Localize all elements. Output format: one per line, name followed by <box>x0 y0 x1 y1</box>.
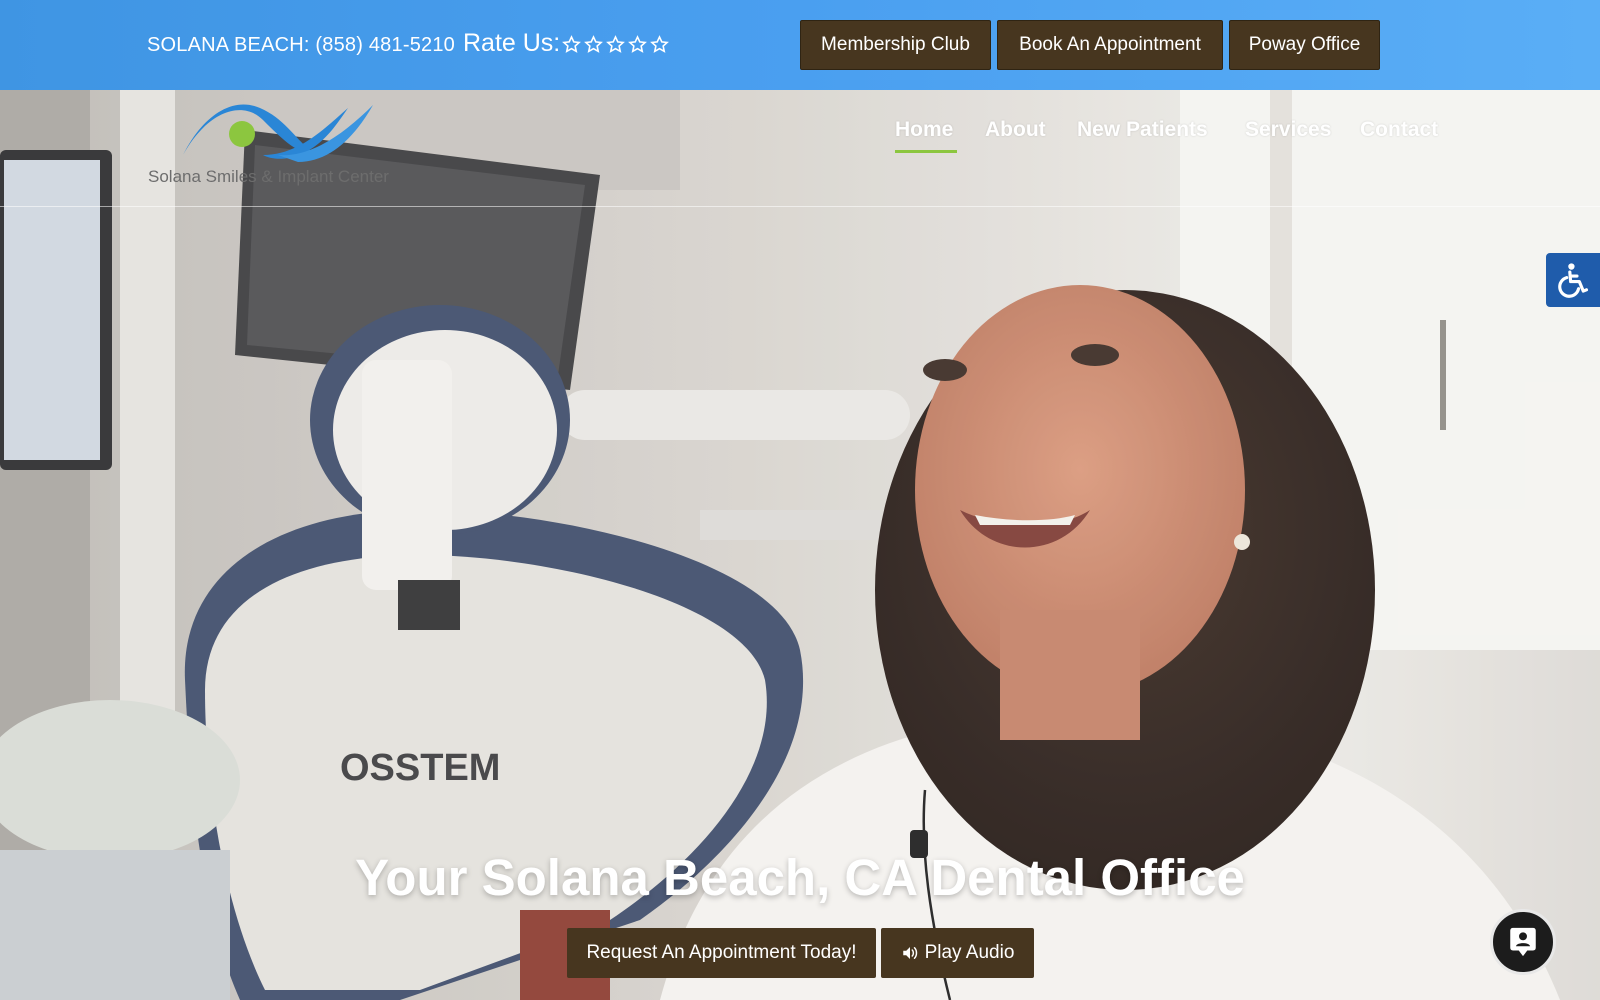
poway-office-button[interactable]: Poway Office <box>1229 20 1380 70</box>
logo-text: Solana Smiles & Implant Center <box>148 167 389 186</box>
play-audio-label: Play Audio <box>924 942 1015 963</box>
nav-home[interactable]: Home <box>895 118 953 142</box>
star-icon[interactable] <box>562 35 581 54</box>
accessibility-button[interactable] <box>1546 253 1600 307</box>
play-audio-button[interactable]: Play Audio <box>881 928 1034 978</box>
wave-logo-icon <box>183 104 373 162</box>
phone-number[interactable]: SOLANA BEACH: (858) 481-5210 <box>147 34 455 57</box>
nav-divider <box>0 206 1600 207</box>
star-icon[interactable] <box>628 35 647 54</box>
rating-stars[interactable] <box>562 35 669 54</box>
volume-icon <box>902 947 917 959</box>
membership-club-button[interactable]: Membership Club <box>800 20 991 70</box>
top-bar: SOLANA BEACH: (858) 481-5210 Rate Us: Me… <box>0 0 1600 90</box>
wheelchair-icon <box>1558 263 1589 298</box>
nav-services[interactable]: Services <box>1245 118 1331 142</box>
chat-widget-button[interactable] <box>1490 909 1556 975</box>
nav-about[interactable]: About <box>985 118 1046 142</box>
nav-contact[interactable]: Contact <box>1360 118 1438 142</box>
hero-headline: Your Solana Beach, CA Dental Office <box>355 849 1245 906</box>
nav-active-underline <box>895 150 957 153</box>
star-icon[interactable] <box>584 35 603 54</box>
star-icon[interactable] <box>650 35 669 54</box>
request-appointment-button[interactable]: Request An Appointment Today! <box>567 928 876 978</box>
rate-us-label: Rate Us: <box>463 29 561 57</box>
chat-contact-icon <box>1510 927 1536 957</box>
star-icon[interactable] <box>606 35 625 54</box>
nav-new-patients[interactable]: New Patients <box>1077 118 1208 142</box>
book-appointment-button[interactable]: Book An Appointment <box>997 20 1223 70</box>
